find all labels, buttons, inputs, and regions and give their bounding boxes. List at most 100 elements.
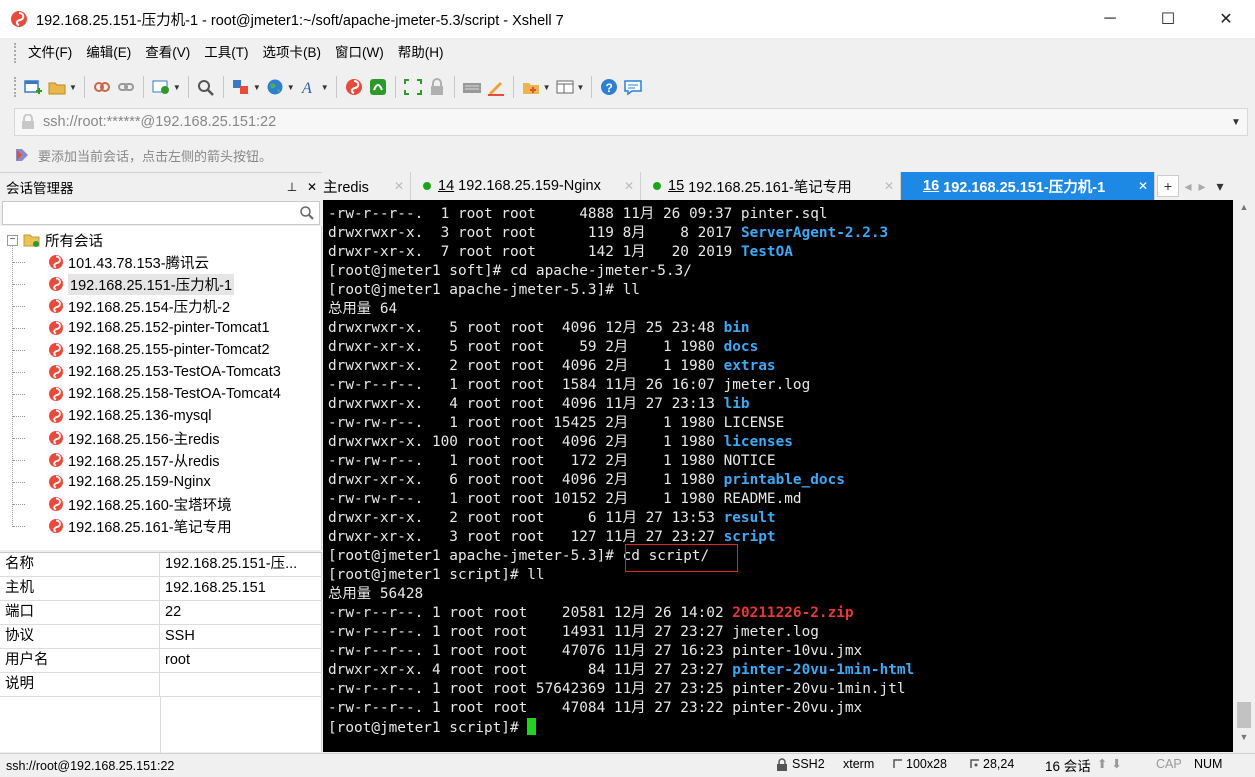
session-item[interactable]: 192.168.25.156-主redis (48, 427, 220, 449)
menu-tools[interactable]: 工具(T) (197, 41, 255, 65)
status-connection: ssh://root@192.168.25.151:22 (6, 758, 175, 773)
tab-menu-button[interactable]: ▾ (1209, 172, 1231, 200)
highlight-button[interactable] (486, 73, 506, 101)
tab-bar: 主redis ✕ 14 192.168.25.159-Nginx ✕ 15 19… (323, 172, 1255, 200)
tab-close-icon[interactable]: ✕ (1138, 179, 1148, 193)
xshell-button[interactable] (344, 73, 364, 101)
tab-close-icon[interactable]: ✕ (624, 179, 634, 193)
menu-view[interactable]: 查看(V) (138, 41, 197, 65)
find-button[interactable] (196, 73, 216, 101)
terminal-text: 总用量 56428 (328, 586, 424, 602)
property-key: 说明 (0, 673, 160, 696)
terminal-text: -rw-rw-r--. 1 root root 15425 2月 1 1980 … (328, 415, 785, 431)
session-item-label: 101.43.78.153-腾讯云 (68, 255, 210, 272)
session-item[interactable]: 192.168.25.136-mysql (48, 405, 212, 427)
tab-label: 192.168.25.161-笔记专用 (688, 179, 852, 196)
lock-button[interactable] (427, 73, 447, 101)
session-item[interactable]: 192.168.25.152-pinter-Tomcat1 (48, 317, 270, 339)
pin-icon[interactable]: ⊥ (282, 180, 302, 194)
session-item[interactable]: 192.168.25.157-从redis (48, 449, 220, 471)
terminal-text: [root@jmeter1 apache-jmeter-5.3]# ll (328, 282, 640, 298)
session-icon (49, 343, 63, 357)
terminal-text: extras (723, 358, 776, 374)
maximize-button[interactable]: ☐ (1139, 0, 1197, 38)
close-button[interactable]: ✕ (1197, 0, 1255, 38)
session-item[interactable]: 192.168.25.155-pinter-Tomcat2 (48, 339, 270, 361)
session-search-input[interactable] (2, 201, 320, 225)
tab-active-session[interactable]: 16 192.168.25.151-压力机-1 ✕ (901, 172, 1155, 200)
session-item[interactable]: 101.43.78.153-腾讯云 (48, 251, 209, 273)
status-caps: CAP (1156, 757, 1182, 771)
new-session-button[interactable] (23, 73, 43, 101)
arrow-down-icon[interactable]: ⬇ (1111, 756, 1121, 771)
minimize-button[interactable]: ─ (1081, 0, 1139, 38)
session-item[interactable]: 192.168.25.161-笔记专用 (48, 515, 232, 537)
pen-icon (487, 82, 504, 96)
terminal-text: [root@jmeter1 script]# ll (328, 567, 545, 583)
session-item-label: 192.168.25.151-压力机-1 (68, 273, 235, 295)
close-icon[interactable]: ✕ (302, 180, 322, 194)
lock-icon (22, 114, 34, 129)
menu-edit[interactable]: 编辑(E) (79, 41, 138, 65)
transfer-button[interactable]: ▼ (231, 73, 261, 101)
session-item[interactable]: 192.168.25.154-压力机-2 (48, 295, 230, 317)
tab-prev-button[interactable]: ◂ (1181, 172, 1195, 200)
minimize-icon: ─ (1104, 10, 1116, 27)
terminal-scrollbar[interactable]: ▲ ▼ (1233, 200, 1255, 752)
terminal-text: ServerAgent-2.2.3 (740, 225, 889, 241)
status-numlock-label: NUM (1194, 757, 1223, 771)
help-button[interactable]: ? (599, 73, 619, 101)
session-item[interactable]: 192.168.25.153-TestOA-Tomcat3 (48, 361, 281, 383)
toolbar-grip (14, 77, 17, 97)
menu-file[interactable]: 文件(F) (21, 41, 79, 65)
collapse-icon[interactable]: − (7, 234, 18, 246)
open-session-button[interactable]: ▼ (47, 73, 77, 101)
chevron-down-icon[interactable]: ▼ (1225, 117, 1247, 128)
session-item[interactable]: 192.168.25.151-压力机-1 (48, 273, 235, 295)
menu-window[interactable]: 窗口(W) (328, 41, 391, 65)
session-item-label: 192.168.25.154-压力机-2 (68, 299, 231, 316)
folder-icon (48, 82, 66, 95)
layout-button[interactable]: ▼ (555, 73, 584, 101)
menu-help[interactable]: 帮助(H) (391, 41, 451, 65)
menu-tabs[interactable]: 选项卡(B) (256, 41, 329, 65)
scroll-down-icon[interactable]: ▼ (1233, 732, 1255, 750)
xftp-button[interactable] (368, 73, 388, 101)
scrollbar-thumb[interactable] (1237, 702, 1251, 728)
tab-close-icon[interactable]: ✕ (884, 179, 894, 193)
reconnect-button[interactable] (116, 73, 136, 101)
session-item[interactable]: 192.168.25.160-宝塔环境 (48, 493, 232, 515)
fullscreen-button[interactable] (403, 73, 423, 101)
status-nav-arrows[interactable]: ⬆ ⬇ (1097, 756, 1122, 771)
tab-number: 16 (923, 178, 940, 194)
keyboard-button[interactable] (462, 73, 482, 101)
session-item[interactable]: 192.168.25.158-TestOA-Tomcat4 (48, 383, 281, 405)
terminal[interactable]: -rw-r--r--. 1 root root 4888 11月 26 09:3… (323, 200, 1233, 752)
arrow-up-icon[interactable]: ⬆ (1097, 756, 1107, 771)
tab-label: 192.168.25.151-压力机-1 (943, 179, 1106, 196)
tree-root[interactable]: − 所有会话 (7, 229, 103, 251)
font-button[interactable]: A ▼ (299, 73, 329, 101)
tab-redis[interactable]: 主redis ✕ (323, 172, 411, 200)
terminal-text: drwxr-xr-x. 2 root root 6 11月 27 13:53 (328, 510, 724, 526)
window-title: 192.168.25.151-压力机-1 - root@jmeter1:~/so… (36, 12, 564, 29)
new-tab-group-button[interactable]: ▼ (521, 73, 551, 101)
address-input[interactable]: ssh://root:******@192.168.25.151:22 (43, 114, 1225, 130)
add-session-arrow-icon[interactable] (14, 147, 30, 163)
tree-guide-line (13, 438, 25, 439)
chat-button[interactable] (623, 73, 643, 101)
tree-guide-line (13, 306, 25, 307)
tab-notes[interactable]: 15 192.168.25.161-笔记专用 ✕ (641, 172, 901, 200)
terminal-text: lib (723, 396, 750, 412)
disconnect-button[interactable] (92, 73, 112, 101)
tab-close-icon[interactable]: ✕ (394, 179, 404, 193)
tab-next-button[interactable]: ▸ (1195, 172, 1209, 200)
scroll-up-icon[interactable]: ▲ (1233, 202, 1255, 220)
hint-bar: 要添加当前会话，点击左侧的箭头按钮。 (14, 142, 272, 168)
address-bar[interactable]: ssh://root:******@192.168.25.151:22 ▼ (14, 108, 1248, 136)
tab-nginx[interactable]: 14 192.168.25.159-Nginx ✕ (411, 172, 641, 200)
session-item[interactable]: 192.168.25.159-Nginx (48, 471, 211, 493)
add-tab-button[interactable]: + (1157, 175, 1179, 197)
globe-button[interactable]: ▼ (265, 73, 295, 101)
properties-button[interactable]: ▼ (151, 73, 181, 101)
